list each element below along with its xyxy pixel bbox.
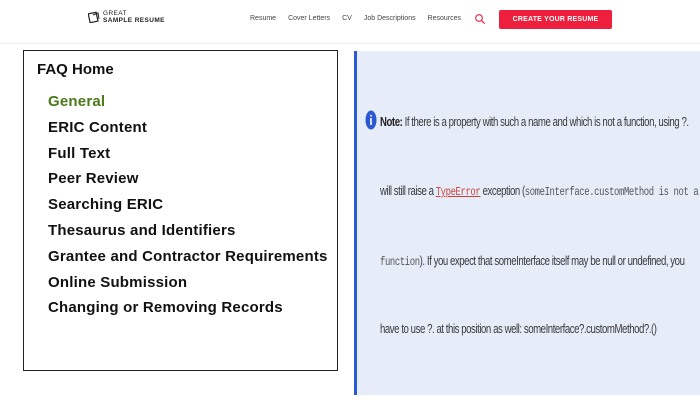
faq-panel: FAQ Home General ERIC Content Full Text … (23, 50, 338, 371)
note-text-3: ). If you expect that someInterface itse… (419, 253, 685, 268)
note-line-1: Note: If there is a property with such a… (380, 114, 689, 129)
faq-list: General ERIC Content Full Text Peer Revi… (48, 91, 333, 323)
logo-icon (88, 11, 100, 23)
faq-link-full-text[interactable]: Full Text (48, 143, 333, 166)
top-navigation-bar: GREAT SAMPLE RESUME Resume Cover Letters… (0, 0, 700, 44)
note-text-4: have to use ?. at this position as well:… (380, 321, 657, 336)
note-line-4: have to use ?. at this position as well:… (380, 321, 657, 336)
site-logo[interactable]: GREAT SAMPLE RESUME (88, 10, 165, 24)
info-icon (365, 110, 377, 130)
faq-link-general[interactable]: General (48, 91, 333, 114)
faq-link-thesaurus[interactable]: Thesaurus and Identifiers (48, 220, 333, 243)
nav-link-cover-letters[interactable]: Cover Letters (288, 15, 330, 22)
nav-link-resources[interactable]: Resources (428, 15, 461, 22)
main-nav: Resume Cover Letters CV Job Descriptions… (250, 15, 461, 22)
code-typeerror[interactable]: TypeError (436, 185, 481, 199)
nav-link-job-descriptions[interactable]: Job Descriptions (364, 15, 416, 22)
nav-link-cv[interactable]: CV (342, 15, 352, 22)
note-line-2: will still raise a TypeError exception (… (380, 183, 699, 199)
faq-title: FAQ Home (37, 61, 114, 78)
create-resume-button[interactable]: CREATE YOUR RESUME (499, 10, 612, 29)
faq-link-peer-review[interactable]: Peer Review (48, 168, 333, 191)
faq-link-changing-records[interactable]: Changing or Removing Records (48, 297, 333, 320)
code-function: function (380, 255, 420, 269)
note-label: Note: (380, 114, 403, 129)
note-line-3: function). If you expect that someInterf… (380, 253, 685, 269)
logo-line-2: SAMPLE RESUME (103, 17, 165, 24)
logo-line-1: GREAT (103, 10, 127, 17)
logo-text: GREAT SAMPLE RESUME (103, 10, 165, 24)
code-custom-method: someInterface.customMethod is not a (524, 185, 699, 199)
note-text-2a: will still raise a (380, 183, 436, 198)
faq-link-online-submission[interactable]: Online Submission (48, 272, 333, 295)
note-text-1: If there is a property with such a name … (402, 114, 689, 129)
note-text-2b: exception ( (480, 183, 526, 198)
nav-link-resume[interactable]: Resume (250, 15, 276, 22)
faq-link-searching-eric[interactable]: Searching ERIC (48, 194, 333, 217)
note-panel (354, 51, 700, 395)
search-icon[interactable] (474, 13, 486, 25)
faq-link-eric-content[interactable]: ERIC Content (48, 117, 333, 140)
faq-link-grantee-requirements[interactable]: Grantee and Contractor Requirements (48, 246, 333, 269)
